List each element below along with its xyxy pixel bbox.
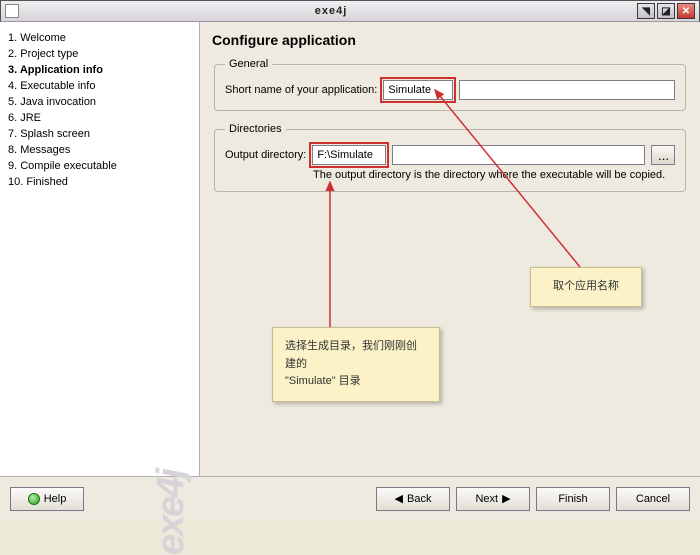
back-button[interactable]: ◀ Back bbox=[376, 487, 450, 511]
directories-group: Directories Output directory: ... The ou… bbox=[214, 123, 686, 192]
chevron-left-icon: ◀ bbox=[395, 492, 403, 505]
output-dir-label: Output directory: bbox=[225, 149, 306, 161]
next-button[interactable]: Next ▶ bbox=[456, 487, 530, 511]
help-icon bbox=[28, 493, 40, 505]
help-button[interactable]: Help bbox=[10, 487, 84, 511]
window-title: exe4j bbox=[25, 5, 637, 17]
step-item[interactable]: 1. Welcome bbox=[6, 30, 193, 46]
brand-logo: exe4j bbox=[150, 470, 193, 555]
short-name-input[interactable] bbox=[383, 80, 453, 100]
window-buttons: ◥ ◪ ✕ bbox=[637, 3, 695, 19]
step-item[interactable]: 2. Project type bbox=[6, 46, 193, 62]
next-label: Next bbox=[475, 493, 498, 505]
general-group: General Short name of your application: bbox=[214, 58, 686, 111]
maximize-button[interactable]: ◪ bbox=[657, 3, 675, 19]
back-label: Back bbox=[407, 493, 431, 505]
content-pane: Configure application General Short name… bbox=[200, 22, 700, 476]
app-icon bbox=[5, 4, 19, 18]
step-item[interactable]: 6. JRE bbox=[6, 110, 193, 126]
minimize-button[interactable]: ◥ bbox=[637, 3, 655, 19]
step-item[interactable]: 10. Finished bbox=[6, 174, 193, 190]
steps-sidebar: 1. Welcome2. Project type3. Application … bbox=[0, 22, 200, 476]
step-item[interactable]: 7. Splash screen bbox=[6, 126, 193, 142]
short-name-trail bbox=[459, 80, 675, 100]
page-title: Configure application bbox=[212, 32, 688, 48]
chevron-right-icon: ▶ bbox=[502, 492, 510, 505]
step-item[interactable]: 8. Messages bbox=[6, 142, 193, 158]
callout-app-name: 取个应用名称 bbox=[530, 267, 642, 307]
wizard-footer: Help ◀ Back Next ▶ Finish Cancel bbox=[0, 476, 700, 520]
browse-button[interactable]: ... bbox=[651, 145, 675, 165]
step-item[interactable]: 9. Compile executable bbox=[6, 158, 193, 174]
output-dir-hint: The output directory is the directory wh… bbox=[313, 169, 675, 181]
finish-button[interactable]: Finish bbox=[536, 487, 610, 511]
step-item[interactable]: 5. Java invocation bbox=[6, 94, 193, 110]
step-item[interactable]: 4. Executable info bbox=[6, 78, 193, 94]
short-name-label: Short name of your application: bbox=[225, 84, 377, 96]
step-item[interactable]: 3. Application info bbox=[6, 62, 193, 78]
output-dir-trail bbox=[392, 145, 645, 165]
callout-output-dir: 选择生成目录，我们刚刚创建的 "Simulate" 目录 bbox=[272, 327, 440, 402]
general-legend: General bbox=[225, 58, 272, 70]
title-bar: exe4j ◥ ◪ ✕ bbox=[0, 0, 700, 22]
cancel-button[interactable]: Cancel bbox=[616, 487, 690, 511]
help-label: Help bbox=[44, 493, 67, 505]
directories-legend: Directories bbox=[225, 123, 286, 135]
output-dir-input[interactable] bbox=[312, 145, 386, 165]
close-button[interactable]: ✕ bbox=[677, 3, 695, 19]
